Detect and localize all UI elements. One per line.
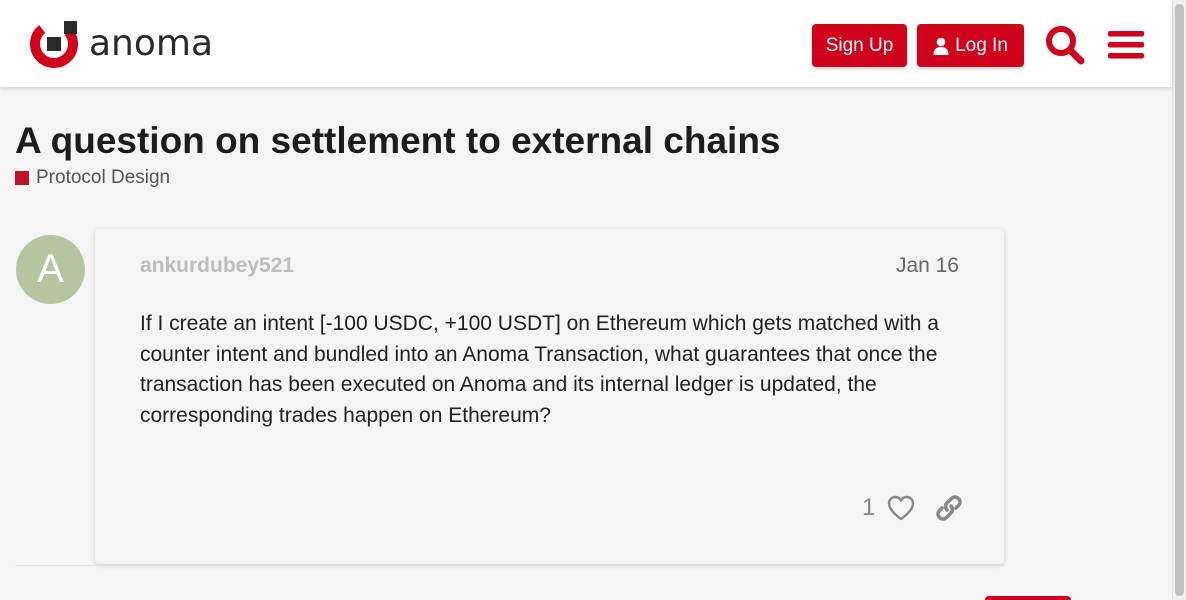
- user-icon: [933, 37, 949, 55]
- like-count[interactable]: 1: [862, 494, 875, 522]
- sign-up-label: Sign Up: [825, 34, 894, 56]
- topic-title: A question on settlement to external cha…: [15, 120, 781, 161]
- logo-wordmark: anoma: [89, 23, 214, 64]
- scrollbar-thumb[interactable]: [1175, 4, 1184, 596]
- share-link-button[interactable]: [932, 493, 966, 523]
- avatar-letter: A: [37, 247, 64, 291]
- log-in-button[interactable]: Log In: [917, 24, 1024, 67]
- category-label: Protocol Design: [36, 167, 171, 188]
- reply-button-edge[interactable]: [985, 596, 1071, 600]
- post-divider: [15, 565, 1005, 566]
- like-button[interactable]: [884, 493, 918, 523]
- log-in-label: Log In: [955, 34, 1008, 56]
- post-date[interactable]: Jan 16: [896, 254, 959, 278]
- category-color-swatch: [15, 171, 29, 185]
- sign-up-button[interactable]: Sign Up: [812, 24, 907, 67]
- post-body: If I create an intent [-100 USDC, +100 U…: [140, 312, 939, 427]
- page-scrollbar[interactable]: [1172, 0, 1186, 600]
- search-icon: [1046, 26, 1085, 65]
- anoma-logo[interactable]: anoma: [28, 16, 228, 72]
- heart-icon: [887, 495, 915, 521]
- avatar[interactable]: A: [16, 235, 85, 304]
- search-button[interactable]: [1042, 22, 1088, 68]
- post-username[interactable]: ankurdubey521: [140, 254, 294, 278]
- post-card: ankurdubey521 Jan 16 If I create an inte…: [95, 229, 1004, 564]
- category-badge[interactable]: Protocol Design: [15, 167, 170, 189]
- hamburger-menu-icon: [1108, 31, 1144, 59]
- hamburger-menu-button[interactable]: [1103, 22, 1149, 68]
- link-icon: [936, 495, 962, 521]
- site-header: anoma Sign Up Log In: [0, 0, 1172, 87]
- anoma-logo-icon: [30, 20, 78, 68]
